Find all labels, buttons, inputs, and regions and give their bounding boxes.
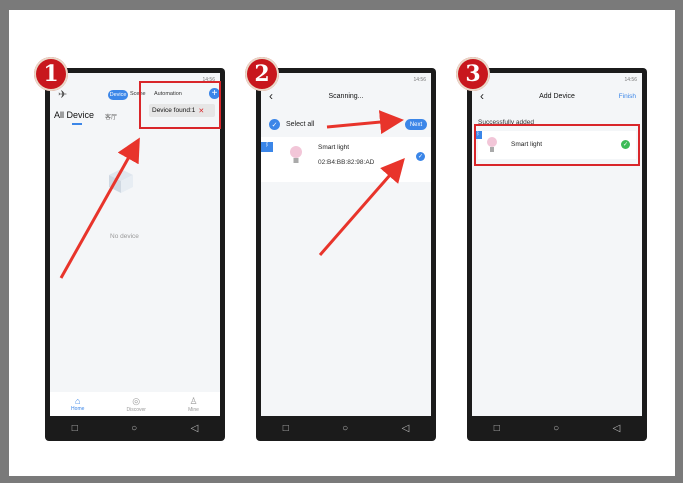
instruction-canvas: ▪▪ ◉14:56 ✈ Device Scene Automation + Al… xyxy=(9,10,675,476)
pointer-arrow-1 xyxy=(59,110,405,279)
